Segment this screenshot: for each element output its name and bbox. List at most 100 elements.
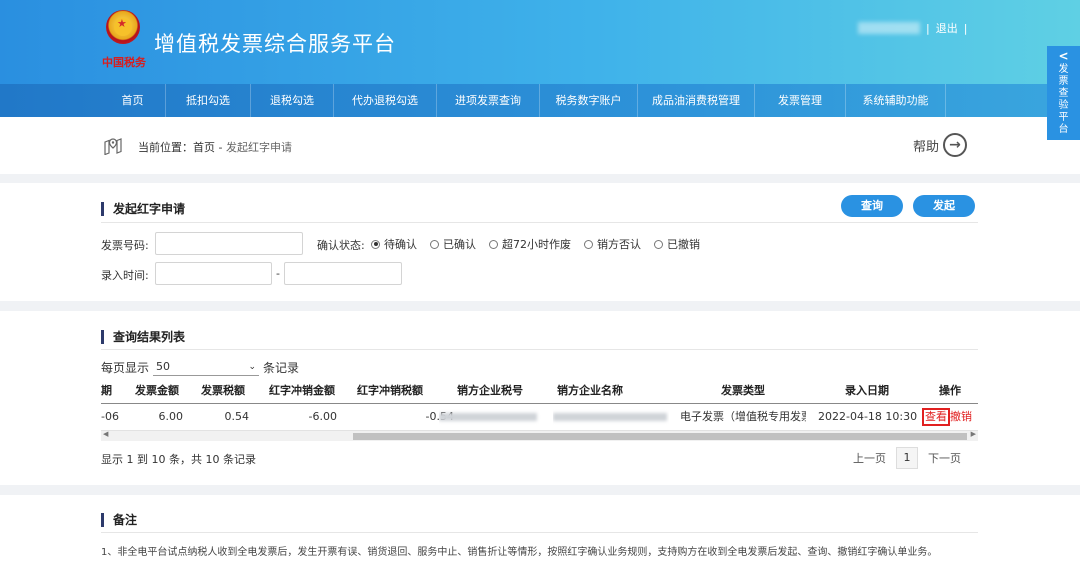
cell-amount: 6.00 bbox=[158, 410, 184, 423]
nav-item-8[interactable]: 系统辅助功能 bbox=[846, 84, 946, 117]
table-horizontal-scrollbar[interactable]: ◀ ▶ bbox=[101, 430, 978, 441]
tax-emblem-logo: ★ 中国税务 bbox=[100, 10, 146, 70]
radio-circle-icon bbox=[430, 239, 439, 249]
results-summary: 显示 1 到 10 条，共 10 条记录 bbox=[101, 453, 256, 466]
scroll-left-icon[interactable]: ◀ bbox=[103, 430, 108, 438]
view-action-link[interactable]: 查看 bbox=[922, 408, 950, 426]
chevron-left-icon: < bbox=[1058, 49, 1069, 63]
query-button[interactable]: 查询 bbox=[841, 195, 903, 217]
cell-actions: 查看 撤销 bbox=[922, 406, 978, 428]
invoice-verify-side-tab[interactable]: < 发票查验平台 bbox=[1047, 46, 1080, 140]
cell-tax: 0.54 bbox=[224, 410, 250, 423]
site-title: 增值税发票综合服务平台 bbox=[154, 32, 396, 56]
arrow-right-circle-icon: → bbox=[943, 133, 968, 157]
breadcrumb-current: 发起红字申请 bbox=[225, 141, 292, 154]
pagination: 上一页 1 下一页 bbox=[853, 447, 961, 469]
next-page-button[interactable]: 下一页 bbox=[928, 450, 961, 466]
nav-item-2[interactable]: 退税勾选 bbox=[251, 84, 334, 117]
status-radio-group: 待确认 已确认 超72小时作废 销方否认 已撤销 bbox=[371, 236, 713, 252]
radio-circle-icon bbox=[371, 239, 380, 249]
cell-seller-name bbox=[553, 406, 669, 428]
logout-link[interactable]: 退出 bbox=[936, 20, 958, 36]
help-button[interactable]: 帮助 → bbox=[913, 133, 968, 157]
date-from-input[interactable] bbox=[155, 262, 272, 285]
results-panel-title: 查询结果列表 bbox=[101, 328, 185, 345]
nav-item-0[interactable]: 首页 bbox=[100, 84, 166, 117]
location-map-icon bbox=[104, 138, 122, 155]
status-radio-4[interactable]: 已撤销 bbox=[654, 236, 700, 252]
main-nav: 首页 抵扣勾选 退税勾选 代办退税勾选 进项发票查询 税务数字账户 成品油消费税管理 发票管理… bbox=[0, 84, 1080, 117]
nav-item-3[interactable]: 代办退税勾选 bbox=[334, 84, 437, 117]
breadcrumb: 当前位置：首页 - 发起红字申请 bbox=[138, 139, 292, 155]
invoice-no-label: 发票号码: bbox=[101, 239, 149, 252]
nav-item-1[interactable]: 抵扣勾选 bbox=[166, 84, 251, 117]
nav-item-7[interactable]: 发票管理 bbox=[755, 84, 846, 117]
entry-time-label: 录入时间: bbox=[101, 269, 149, 282]
scrollbar-thumb[interactable] bbox=[353, 433, 967, 440]
status-radio-label: 已确认 bbox=[443, 238, 476, 251]
column-header-2: 发票税额 bbox=[201, 384, 245, 397]
per-page-suffix: 条记录 bbox=[263, 360, 300, 375]
user-name-redacted bbox=[858, 22, 920, 34]
radio-circle-icon bbox=[654, 239, 663, 249]
date-to-input[interactable] bbox=[284, 262, 402, 285]
page-number-button[interactable]: 1 bbox=[896, 447, 918, 469]
per-page-prefix: 每页显示 bbox=[101, 360, 150, 375]
cell-date-tail: -06 bbox=[101, 410, 119, 423]
table-row: -06 6.00 0.54 -6.00 -0.54 电子发票（增值税专用发票） … bbox=[101, 406, 978, 428]
status-radio-label: 销方否认 bbox=[597, 238, 641, 251]
breadcrumb-prefix: 当前位置： bbox=[138, 141, 193, 154]
nav-item-6[interactable]: 成品油消费税管理 bbox=[638, 84, 755, 117]
status-label: 确认状态: bbox=[317, 239, 365, 252]
column-header-1: 发票金额 bbox=[135, 384, 179, 397]
table-header-row: 期 发票金额 发票税额 红字冲销金额 红字冲销税额 销方企业税号 销方企业名称 发票类型 录入日… bbox=[101, 380, 978, 404]
status-radio-label: 待确认 bbox=[384, 238, 417, 251]
status-radio-0[interactable]: 待确认 bbox=[371, 236, 417, 252]
user-separator-end: | bbox=[963, 21, 968, 35]
status-radio-label: 超72小时作废 bbox=[502, 238, 571, 251]
cell-red-amount: -6.00 bbox=[308, 410, 337, 423]
column-header-8: 录入日期 bbox=[845, 384, 889, 397]
breadcrumb-bar: 当前位置：首页 - 发起红字申请 帮助 → bbox=[0, 117, 1080, 174]
cell-invoice-type: 电子发票（增值税专用发票） bbox=[680, 410, 806, 423]
column-header-9: 操作 bbox=[939, 384, 961, 397]
per-page-select[interactable]: 50 ⌄ bbox=[153, 358, 260, 376]
help-label: 帮助 bbox=[913, 139, 940, 155]
prev-page-button[interactable]: 上一页 bbox=[853, 450, 886, 466]
side-tab-label: 发票查验平台 bbox=[1058, 64, 1069, 135]
breadcrumb-home[interactable]: 首页 bbox=[193, 141, 215, 154]
radio-circle-icon bbox=[584, 239, 593, 249]
nav-item-5[interactable]: 税务数字账户 bbox=[540, 84, 638, 117]
user-separator: | bbox=[926, 21, 930, 35]
cell-entry-date: 2022-04-18 10:30:25 bbox=[818, 410, 918, 423]
user-area: | 退出 | bbox=[858, 20, 973, 36]
breadcrumb-sep: - bbox=[215, 141, 226, 154]
per-page-control: 每页显示 50 ⌄ 条记录 bbox=[101, 358, 299, 376]
seller-tax-no-redacted bbox=[439, 413, 537, 421]
date-range-sep: - bbox=[276, 267, 280, 280]
column-header-0: 期 bbox=[101, 384, 112, 397]
seller-name-redacted bbox=[553, 413, 667, 421]
invoice-no-input[interactable] bbox=[155, 232, 303, 255]
chevron-down-icon: ⌄ bbox=[248, 361, 257, 372]
start-button[interactable]: 发起 bbox=[913, 195, 975, 217]
status-radio-1[interactable]: 已确认 bbox=[430, 236, 476, 252]
status-radio-2[interactable]: 超72小时作废 bbox=[489, 236, 571, 252]
cell-seller-tax-no bbox=[439, 406, 543, 428]
column-header-3: 红字冲销金额 bbox=[269, 384, 335, 397]
column-header-7: 发票类型 bbox=[721, 384, 765, 397]
cancel-action-link[interactable]: 撤销 bbox=[950, 410, 972, 423]
notes-panel bbox=[0, 495, 1080, 573]
radio-circle-icon bbox=[489, 239, 498, 249]
nav-item-4[interactable]: 进项发票查询 bbox=[437, 84, 540, 117]
form-panel-title: 发起红字申请 bbox=[101, 200, 185, 217]
status-radio-label: 已撤销 bbox=[667, 238, 700, 251]
scroll-right-icon[interactable]: ▶ bbox=[971, 430, 976, 438]
column-header-6: 销方企业名称 bbox=[557, 384, 623, 397]
logo-text: 中国税务 bbox=[102, 56, 146, 69]
column-header-4: 红字冲销税额 bbox=[357, 384, 423, 397]
notes-text: 1、非全电平台试点纳税人收到全电发票后，发生开票有误、销货退回、服务中止、销售折… bbox=[101, 547, 938, 558]
status-radio-3[interactable]: 销方否认 bbox=[584, 236, 641, 252]
column-header-5: 销方企业税号 bbox=[457, 384, 523, 397]
top-header: ★ 中国税务 增值税发票综合服务平台 | 退出 | bbox=[0, 0, 1080, 84]
